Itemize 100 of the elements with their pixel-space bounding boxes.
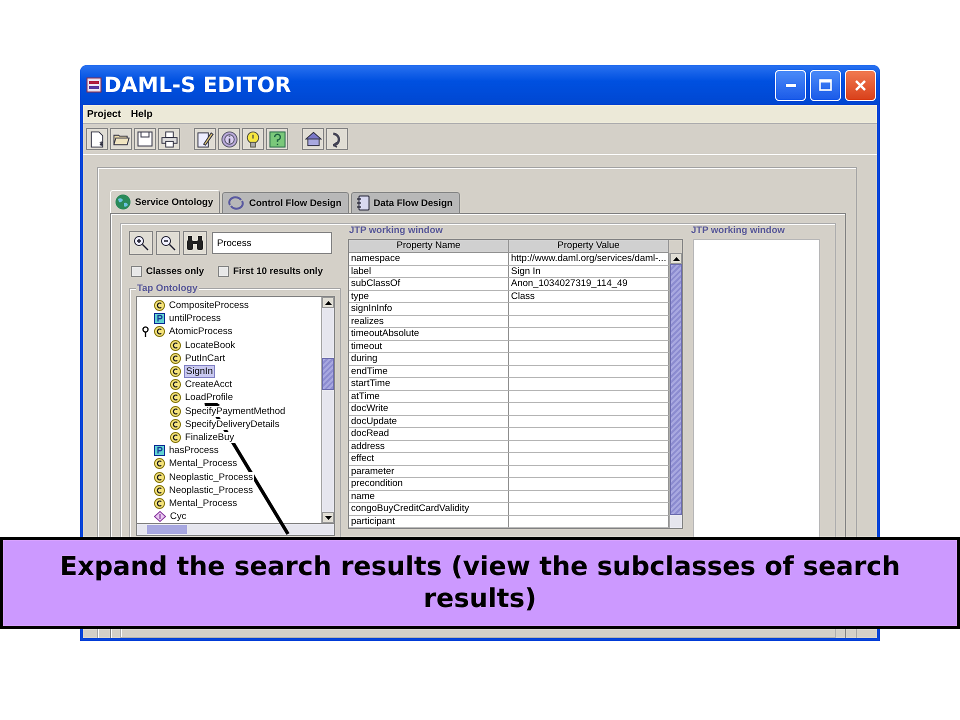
minimize-button[interactable] — [775, 70, 806, 100]
class-icon — [170, 418, 181, 430]
save-button[interactable] — [134, 128, 156, 150]
checkbox[interactable] — [218, 266, 230, 277]
tree-item[interactable]: SpecifyDeliveryDetails — [184, 418, 281, 430]
table-cell: Anon_1034027319_114_49 — [509, 278, 669, 290]
scrollbar[interactable] — [136, 524, 335, 536]
info-icon — [220, 130, 238, 148]
class-icon — [170, 366, 181, 378]
table-cell: timeout — [349, 340, 509, 353]
scrollbar-thumb[interactable] — [147, 525, 187, 534]
tree-item[interactable]: untilProcess — [168, 313, 222, 324]
lightbulb-icon — [246, 130, 260, 148]
tree-item[interactable]: SpecifyPaymentMethod — [184, 406, 286, 417]
globe-icon — [115, 194, 131, 210]
table-cell: precondition — [349, 478, 509, 490]
search-button[interactable] — [183, 231, 207, 255]
table-cell: participant — [349, 516, 509, 528]
down-arrow-icon — [324, 516, 332, 520]
table-cell: subClassOf — [349, 278, 509, 290]
table-cell: parameter — [349, 466, 509, 478]
tab[interactable]: Service Ontology — [110, 190, 220, 213]
tree-item[interactable]: LoadProfile — [184, 392, 234, 404]
class-icon — [170, 392, 181, 404]
tree-item[interactable]: CreateAcct — [184, 379, 233, 390]
tree-item[interactable]: Mental_Process — [168, 498, 238, 509]
scroll-up-button[interactable] — [670, 253, 682, 264]
scrollbar-thumb[interactable] — [670, 264, 682, 515]
table-cell: during — [349, 353, 509, 366]
table-cell: type — [349, 290, 509, 303]
scrollbar-thumb[interactable] — [322, 358, 334, 390]
class-icon — [154, 458, 165, 470]
table-cell: docWrite — [349, 403, 509, 416]
class-icon — [170, 379, 181, 390]
close-button[interactable] — [845, 70, 876, 100]
class-icon — [154, 326, 165, 338]
table-cell: namespace — [349, 253, 509, 266]
scrollbar[interactable] — [321, 297, 334, 523]
menu-item[interactable]: Help — [130, 108, 153, 120]
tree-item[interactable]: AtomicProcess — [168, 326, 234, 338]
zoom-in-icon — [133, 235, 149, 251]
tree-item[interactable]: FinalizeBuy — [184, 432, 236, 443]
expand-handle-icon[interactable] — [142, 326, 149, 338]
table-cell: signInInfo — [349, 303, 509, 316]
app-icon — [86, 77, 102, 93]
home-button[interactable] — [302, 128, 324, 150]
table-cell: timeoutAbsolute — [349, 328, 509, 340]
checkbox-label: Classes only — [146, 266, 204, 277]
tree-item[interactable]: PutInCart — [184, 352, 226, 364]
new-file-button[interactable] — [86, 128, 108, 150]
edit-button[interactable] — [194, 128, 216, 150]
printer-icon — [160, 130, 178, 148]
tree-item[interactable]: SignIn — [184, 365, 215, 378]
maximize-button[interactable] — [810, 70, 841, 100]
hint-button[interactable] — [242, 128, 264, 150]
maximize-icon — [819, 79, 832, 91]
tree-item[interactable]: Neoplastic_Process — [168, 472, 254, 483]
search-field[interactable]: Process — [212, 232, 332, 254]
minimize-icon — [786, 83, 796, 87]
scroll-up-button[interactable] — [322, 297, 334, 308]
open-folder-button[interactable] — [110, 128, 132, 150]
help-button[interactable] — [266, 128, 288, 150]
table-cell: congoBuyCreditCardValidity — [349, 503, 509, 516]
tree-item[interactable]: CompositeProcess — [168, 300, 250, 312]
class-icon — [170, 406, 181, 417]
tab[interactable]: Control Flow Design — [222, 192, 348, 213]
refresh-button[interactable] — [326, 128, 348, 150]
tab[interactable]: Data Flow Design — [350, 192, 460, 213]
zoom-in-button[interactable] — [129, 231, 153, 255]
property-icon — [154, 313, 165, 324]
table-cell: endTime — [349, 366, 509, 378]
tree-item[interactable]: Mental_Process — [168, 458, 238, 470]
table-cell: atTime — [349, 390, 509, 403]
info-button[interactable] — [218, 128, 240, 150]
tree-item[interactable]: Cyc — [169, 511, 188, 522]
menu-item[interactable]: Project — [87, 108, 121, 120]
checkbox[interactable] — [131, 266, 142, 277]
table-cell: docRead — [349, 428, 509, 440]
column-header[interactable]: Property Name — [349, 240, 509, 253]
notebook-icon — [356, 195, 370, 211]
class-icon — [170, 432, 181, 443]
print-button[interactable] — [158, 128, 180, 150]
tree-item[interactable]: Neoplastic_Process — [168, 484, 254, 496]
folder-icon — [112, 132, 130, 146]
scrollbar[interactable] — [669, 253, 682, 528]
column-header[interactable]: Property Value — [509, 240, 669, 253]
class-icon — [154, 472, 165, 483]
table-cell: Class — [509, 290, 669, 303]
checkbox-option[interactable]: Classes only — [131, 266, 204, 277]
new-file-icon — [89, 130, 105, 148]
binoculars-icon — [186, 235, 204, 251]
table-cell: label — [349, 266, 509, 278]
class-icon — [170, 340, 181, 351]
zoom-out-button[interactable] — [156, 231, 180, 255]
up-arrow-icon — [324, 300, 332, 304]
tree-item[interactable]: LocateBook — [184, 340, 236, 351]
scroll-down-button[interactable] — [322, 512, 334, 523]
table-cell: startTime — [349, 378, 509, 390]
tree-item[interactable]: hasProcess — [168, 445, 220, 456]
cycle-arrows-icon — [227, 196, 246, 210]
